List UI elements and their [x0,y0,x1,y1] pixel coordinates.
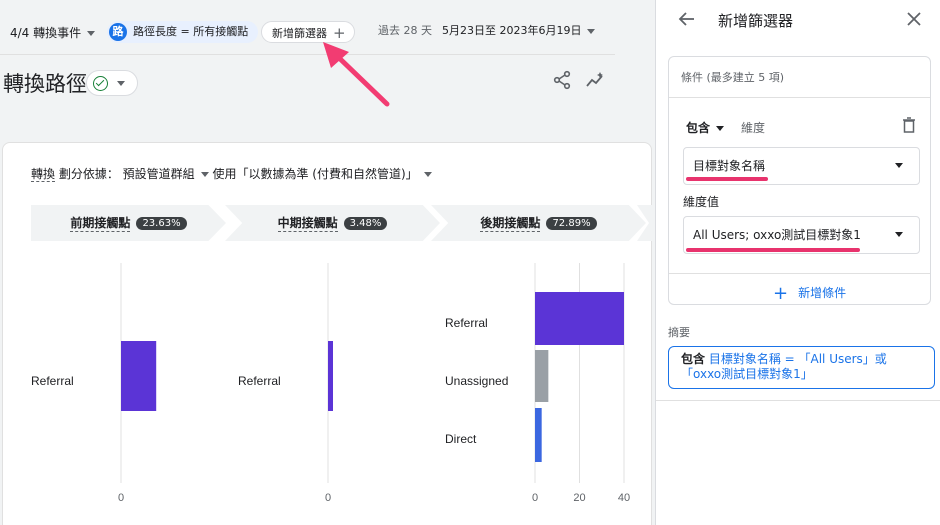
conversion-events-label: 4/4 轉換事件 [10,26,82,40]
tick-label: 0 [532,492,538,504]
conversion-events-selector[interactable]: 4/4 轉換事件 [10,24,96,41]
bar-referral [535,292,624,345]
tick-label: 0 [325,492,331,504]
dimension-value: 目標對象名稱 [693,159,766,173]
share-icon[interactable] [552,70,572,90]
summary-box: 包含 目標對象名稱 = 「All Users」或「oxxo測試目標對象1」 [668,346,935,389]
date-prefix: 過去 28 天 [378,24,432,37]
chevron-down-icon [716,126,725,131]
add-filter-label: 新增篩選器 [272,27,327,40]
chevron-down-icon [87,31,96,36]
add-condition-label: 新增條件 [798,286,847,300]
category-label: Direct [445,432,477,446]
summary-label: 摘要 [668,326,690,339]
divider [0,54,615,55]
date-range-label: 5月23日至 2023年6月19日 [442,24,582,37]
include-label: 包含 [686,121,711,135]
bar-unassigned [535,350,549,402]
status-selector[interactable] [86,70,138,96]
divider [669,273,930,274]
tick-label: 0 [118,492,124,504]
summary-prefix: 包含 [681,352,706,366]
path-chip-label: 路徑長度 = 所有接觸點 [133,25,249,38]
category-label: Unassigned [445,374,508,388]
dropdown-arrow-icon [895,232,903,237]
chevron-down-icon [587,28,596,34]
trash-icon[interactable] [902,117,916,133]
plus-icon: + [773,283,789,304]
report-area: 4/4 轉換事件 路 路徑長度 = 所有接觸點 新增篩選器 + 過去 28 天 5月… [0,0,655,525]
path-badge-icon: 路 [109,23,127,41]
category-label: Referral [31,374,74,388]
add-condition-button[interactable]: + 新增條件 [773,281,847,304]
highlight-underline [686,248,860,252]
category-label: Referral [445,316,488,330]
bar-direct [535,408,542,462]
highlight-underline [686,177,768,181]
annotation-arrow-icon [323,42,390,107]
include-selector[interactable]: 包含 [686,119,725,136]
insights-icon[interactable] [585,70,605,90]
touchpoint-bar-charts: 0 Referral 0 Referral 0 20 40 Referral Unassigne… [31,263,630,504]
bar-referral [121,341,157,411]
date-range-picker[interactable]: 過去 28 天 5月23日至 2023年6月19日 [378,21,596,41]
category-label: Referral [238,374,281,388]
add-filter-panel: 新增篩選器 條件 (最多建立 5 項) 包含 維度 目標對象名稱 維度值 All… [655,0,940,525]
summary-text: 目標對象名稱 = 「All Users」或「oxxo測試目標對象1」 [681,352,887,381]
bar-referral [328,341,333,411]
check-circle-icon [93,76,108,91]
tick-label: 20 [573,492,585,504]
close-icon[interactable] [906,11,922,27]
panel-header: 新增篩選器 [656,0,940,40]
dropdown-arrow-icon [895,163,903,168]
back-arrow-icon[interactable] [678,10,696,28]
panel-title: 新增篩選器 [718,12,794,30]
conversion-paths-card: 轉換 劃分依據： 預設管道群組 使用「以數據為準 (付費和自然管道)」 前期接觸… [2,142,655,525]
path-length-filter-chip[interactable]: 路 路徑長度 = 所有接觸點 [107,21,259,43]
conditions-header: 條件 (最多建立 5 項) [681,71,785,84]
dimension-value-label: 維度值 [683,195,720,209]
page-title: 轉換路徑 [3,72,87,96]
dimension-value-selected: All Users; oxxo測試目標對象1 [693,228,861,242]
tick-label: 40 [618,492,630,504]
dimension-label: 維度 [741,121,766,135]
divider [656,400,940,401]
conditions-card: 條件 (最多建立 5 項) 包含 維度 目標對象名稱 維度值 All Users… [668,56,931,305]
chevron-down-icon [117,81,125,86]
divider [669,97,930,98]
